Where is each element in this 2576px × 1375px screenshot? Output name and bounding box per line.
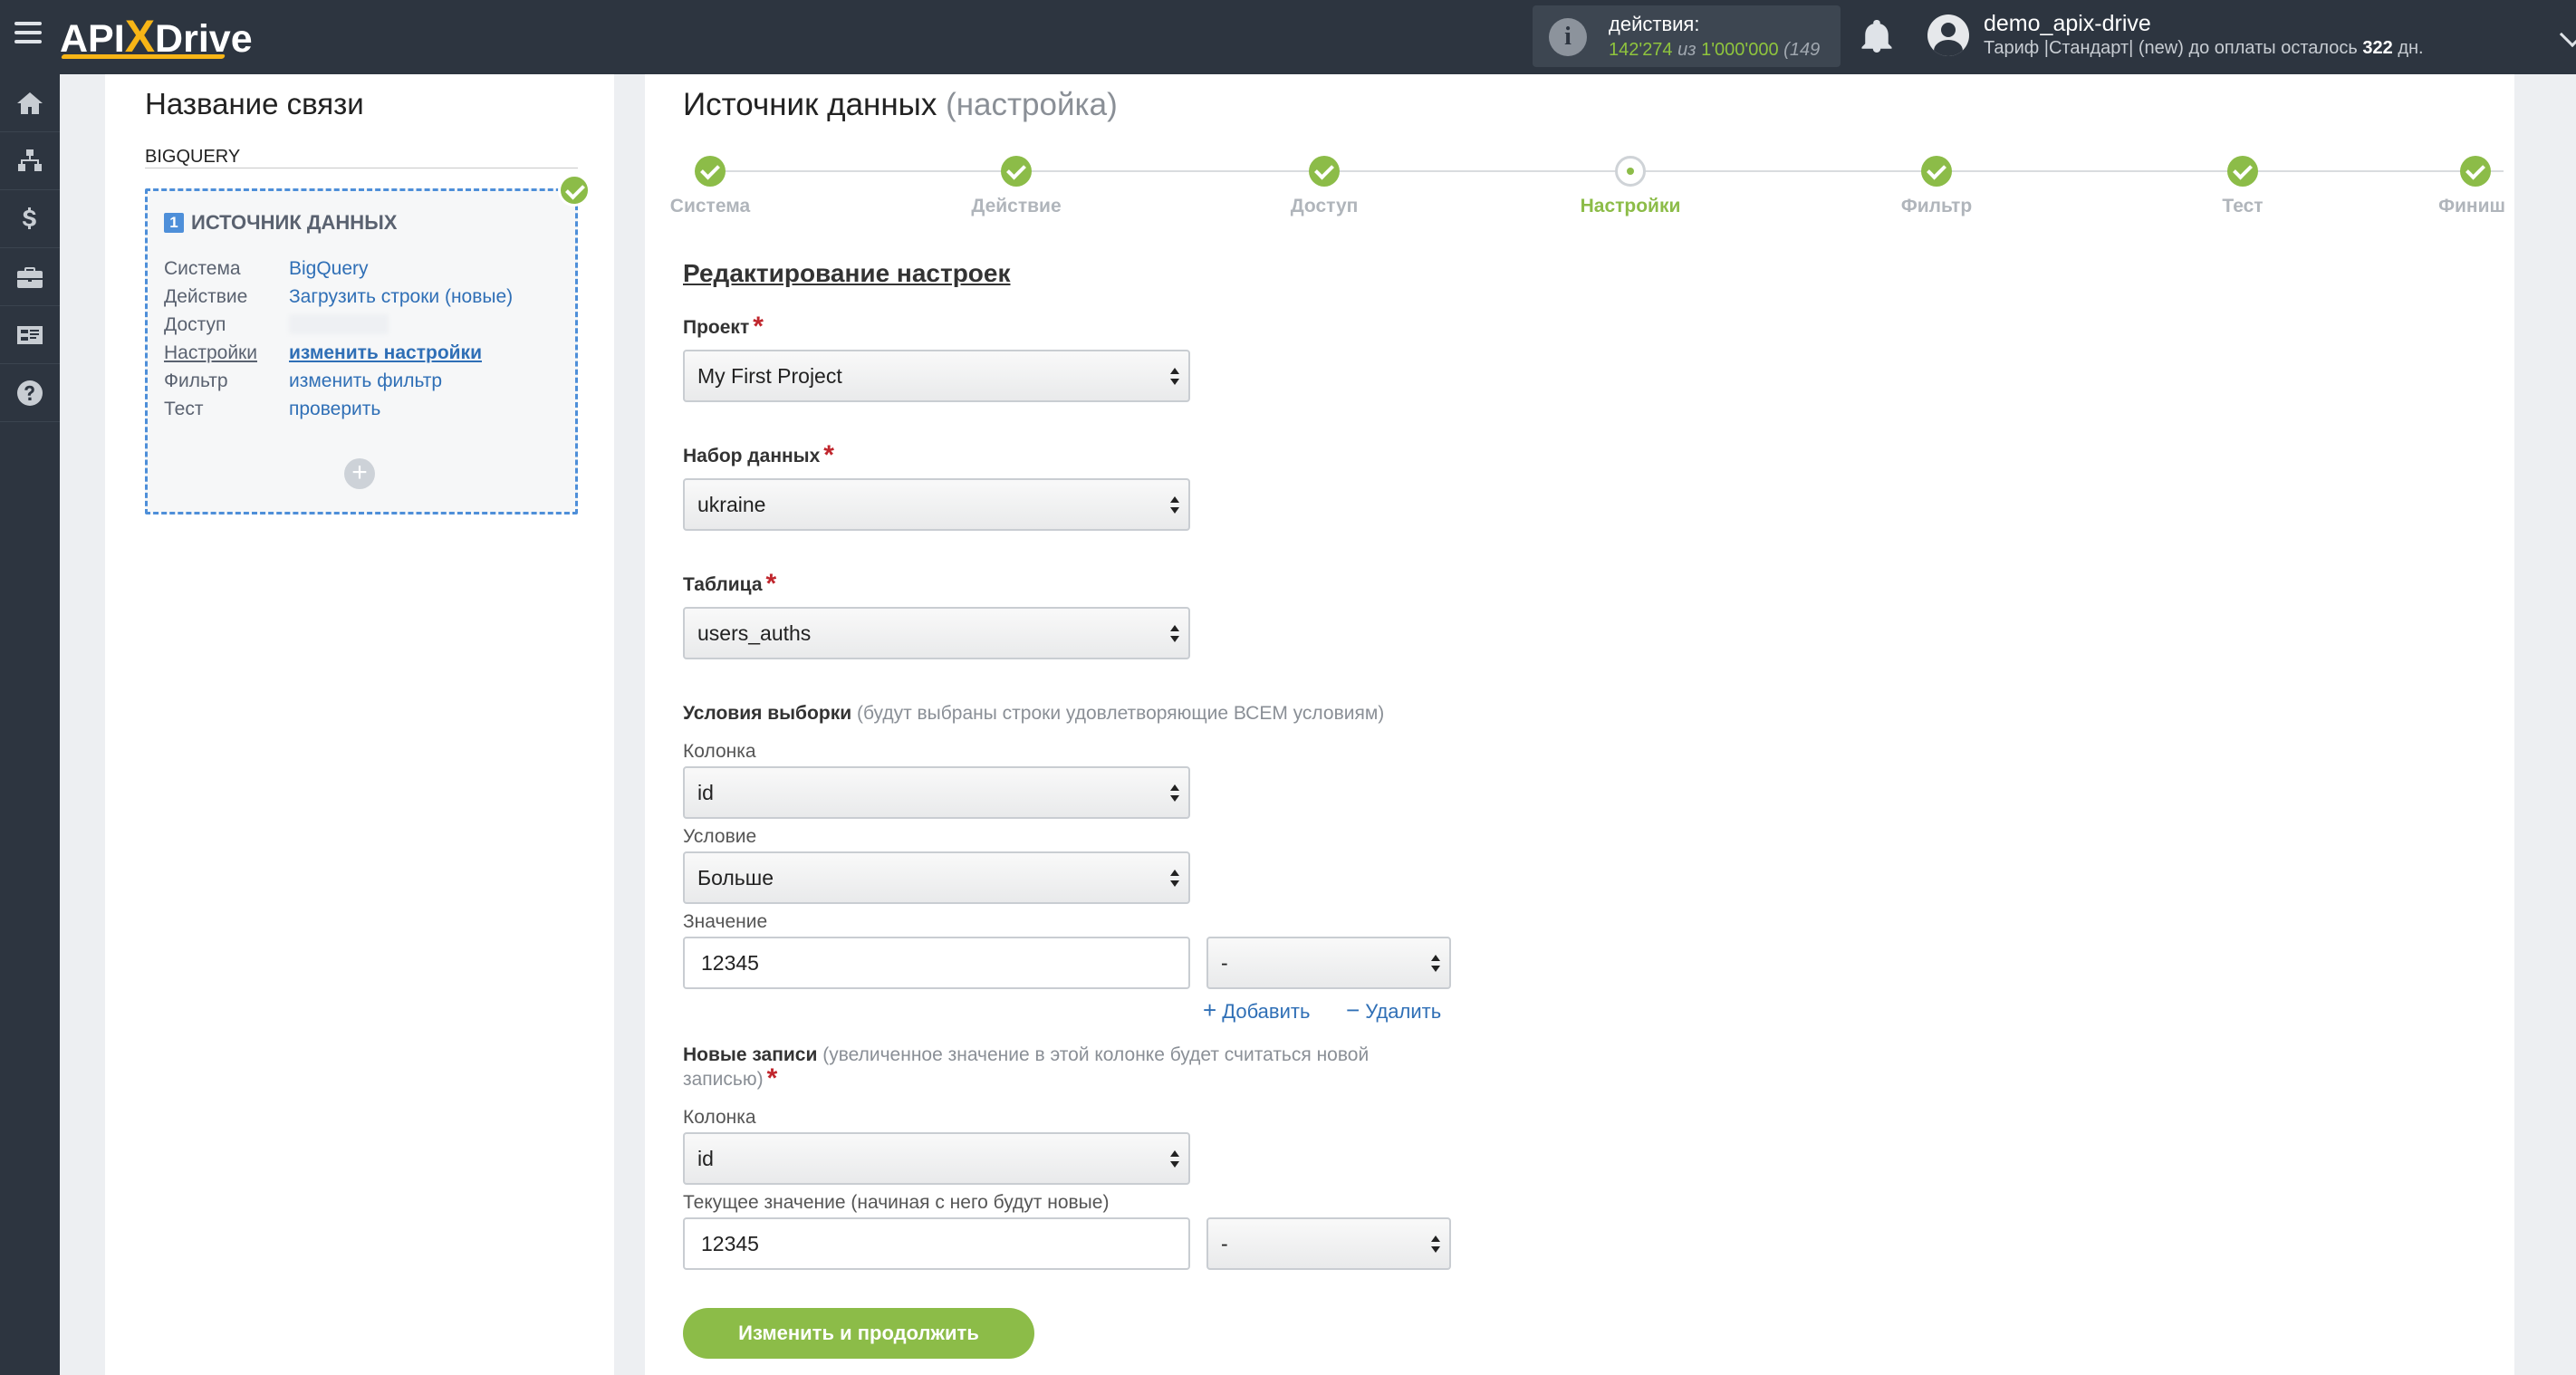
top-bar: APIXDrive i действия: 142'274 из 1'000'0…	[0, 0, 2576, 74]
help-icon	[17, 380, 43, 406]
condition-value-input[interactable]: 12345	[683, 937, 1190, 989]
condition-value-modifier-select[interactable]: -	[1206, 937, 1451, 989]
plus-icon: +	[1203, 996, 1217, 1024]
actions-counter[interactable]: i действия: 142'274 из 1'000'000 (149	[1533, 5, 1841, 67]
source-number: 1	[164, 213, 184, 233]
connection-panel: Название связи BIGQUERY 1 ИСТОЧНИК ДАННЫХ…	[105, 74, 614, 1375]
dollar-icon	[23, 207, 36, 229]
notification-bell-icon[interactable]	[1860, 18, 1893, 54]
page-title: Источник данных (настройка)	[683, 87, 1118, 122]
chevron-down-icon[interactable]	[2559, 21, 2576, 48]
step-access[interactable]: Доступ	[1234, 156, 1415, 217]
select-arrows-icon	[1170, 870, 1179, 888]
source-row-system: Система BigQuery	[164, 258, 369, 280]
source-test-link[interactable]: проверить	[289, 399, 380, 420]
check-icon	[1001, 156, 1032, 187]
left-sidebar	[0, 74, 60, 1375]
select-arrows-icon	[1170, 368, 1179, 386]
step-test[interactable]: Тест	[2152, 156, 2333, 217]
table-select[interactable]: users_auths	[683, 607, 1190, 659]
source-row-action: Действие Загрузить строки (новые)	[164, 286, 514, 308]
current-value-label: Текущее значение (начиная с него будут н…	[683, 1192, 1110, 1213]
dataset-label: Набор данных *	[683, 440, 834, 470]
connection-title: Название связи	[145, 87, 364, 120]
minus-icon: −	[1346, 996, 1360, 1024]
new-records-label: Новые записи (увеличенное значение в это…	[683, 1044, 1370, 1093]
save-and-continue-button[interactable]: Изменить и продолжить	[683, 1308, 1034, 1359]
select-arrows-icon	[1170, 496, 1179, 514]
username[interactable]: demo_apix-drive	[1984, 11, 2151, 37]
check-icon	[2460, 156, 2491, 187]
check-icon	[2227, 156, 2258, 187]
select-arrows-icon	[1431, 955, 1440, 973]
conditions-label: Условия выборки (будут выбраны строки уд…	[683, 703, 1385, 724]
step-settings[interactable]: Настройки	[1540, 156, 1721, 217]
sitemap-icon	[18, 149, 42, 171]
source-row-filter: Фильтр изменить фильтр	[164, 370, 443, 392]
condition-column-select[interactable]: id	[683, 766, 1190, 819]
new-records-column-label: Колонка	[683, 1107, 756, 1128]
id-card-icon	[17, 325, 43, 344]
source-action-link[interactable]: Загрузить строки (новые)	[289, 286, 513, 308]
current-step-icon	[1615, 156, 1646, 187]
sidebar-item-profile[interactable]	[0, 306, 60, 364]
info-icon: i	[1549, 18, 1587, 56]
condition-column-label: Колонка	[683, 741, 756, 762]
select-arrows-icon	[1431, 1236, 1440, 1254]
actions-count: 142'274 из 1'000'000 (149	[1609, 40, 1821, 60]
settings-panel: Источник данных (настройка) Система Дейс…	[645, 74, 2514, 1375]
source-settings-link[interactable]: изменить настройки	[289, 342, 482, 364]
remove-condition-button[interactable]: − Удалить	[1346, 996, 1441, 1024]
add-condition-button[interactable]: + Добавить	[1203, 996, 1310, 1024]
source-complete-check-icon	[558, 174, 591, 207]
project-select[interactable]: My First Project	[683, 350, 1190, 402]
actions-label: действия:	[1609, 13, 1700, 35]
check-icon	[1309, 156, 1340, 187]
user-avatar-icon[interactable]	[1927, 14, 1969, 56]
briefcase-icon	[17, 266, 43, 288]
condition-value-label: Значение	[683, 911, 768, 932]
add-block-button[interactable]: +	[344, 458, 375, 489]
step-action[interactable]: Действие	[926, 156, 1107, 217]
current-value-input[interactable]: 12345	[683, 1217, 1190, 1270]
check-icon	[1921, 156, 1952, 187]
select-arrows-icon	[1170, 1150, 1179, 1168]
source-row-settings: Настройки изменить настройки	[164, 342, 482, 364]
connection-name-field[interactable]: BIGQUERY	[145, 143, 578, 168]
current-value-modifier-select[interactable]: -	[1206, 1217, 1451, 1270]
sidebar-item-connections[interactable]	[0, 132, 60, 190]
source-row-test: Тест проверить	[164, 399, 381, 420]
project-label: Проект *	[683, 312, 764, 341]
condition-operator-select[interactable]: Больше	[683, 851, 1190, 904]
dataset-select[interactable]: ukraine	[683, 478, 1190, 531]
source-heading: 1 ИСТОЧНИК ДАННЫХ	[164, 211, 397, 235]
step-filter[interactable]: Фильтр	[1846, 156, 2027, 217]
sidebar-item-tools[interactable]	[0, 248, 60, 306]
source-filter-link[interactable]: изменить фильтр	[289, 370, 442, 392]
sidebar-item-home[interactable]	[0, 74, 60, 132]
home-icon	[17, 91, 43, 114]
sidebar-item-billing[interactable]	[0, 190, 60, 248]
tariff-info: Тариф |Стандарт| (new) до оплаты осталос…	[1984, 38, 2424, 58]
select-arrows-icon	[1170, 784, 1179, 803]
logo-underline	[61, 54, 226, 59]
step-finish[interactable]: Финиш	[2415, 156, 2505, 217]
section-title: Редактирование настроек	[683, 259, 1011, 287]
source-row-access: Доступ	[164, 314, 389, 336]
step-system[interactable]: Система	[620, 156, 801, 217]
table-label: Таблица *	[683, 569, 777, 599]
hamburger-menu-icon[interactable]	[14, 22, 42, 49]
condition-operator-label: Условие	[683, 826, 757, 847]
check-icon	[695, 156, 726, 187]
source-system-link[interactable]: BigQuery	[289, 258, 369, 280]
source-access-blurred[interactable]	[289, 314, 389, 334]
sidebar-item-help[interactable]	[0, 364, 60, 422]
new-records-column-select[interactable]: id	[683, 1132, 1190, 1185]
select-arrows-icon	[1170, 625, 1179, 643]
